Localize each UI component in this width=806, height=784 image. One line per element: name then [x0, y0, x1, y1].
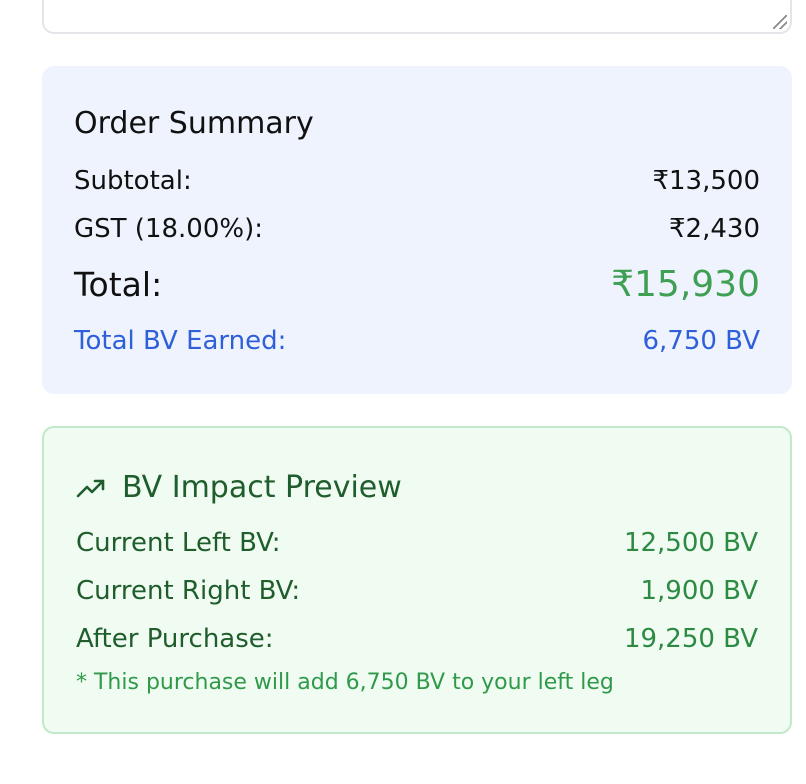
bv-earned-value: 6,750 BV [642, 326, 760, 356]
current-right-label: Current Right BV: [76, 576, 301, 606]
current-left-label: Current Left BV: [76, 528, 281, 558]
total-row: Total: ₹15,930 [74, 264, 760, 305]
bv-impact-note: * This purchase will add 6,750 BV to you… [76, 670, 614, 695]
subtotal-value: ₹13,500 [652, 166, 760, 196]
order-summary-card: Order Summary Subtotal: ₹13,500 GST (18.… [42, 66, 792, 394]
bv-impact-header: BV Impact Preview [76, 470, 402, 505]
current-left-value: 12,500 BV [623, 528, 758, 558]
bv-earned-label: Total BV Earned: [74, 326, 287, 356]
resize-grip-icon[interactable] [773, 15, 787, 29]
bv-earned-row: Total BV Earned: 6,750 BV [74, 326, 760, 356]
gst-value: ₹2,430 [669, 214, 760, 244]
current-left-row: Current Left BV: 12,500 BV [76, 528, 758, 558]
current-right-row: Current Right BV: 1,900 BV [76, 576, 758, 606]
total-label: Total: [74, 265, 163, 304]
notes-textarea[interactable] [42, 0, 792, 34]
after-purchase-value: 19,250 BV [623, 624, 758, 654]
after-purchase-label: After Purchase: [76, 624, 274, 654]
total-value: ₹15,930 [611, 264, 760, 305]
after-purchase-row: After Purchase: 19,250 BV [76, 624, 758, 654]
subtotal-row: Subtotal: ₹13,500 [74, 166, 760, 196]
gst-row: GST (18.00%): ₹2,430 [74, 214, 760, 244]
subtotal-label: Subtotal: [74, 166, 192, 196]
order-summary-title: Order Summary [74, 106, 314, 141]
bv-impact-title: BV Impact Preview [122, 470, 402, 505]
bv-impact-card: BV Impact Preview Current Left BV: 12,50… [42, 426, 792, 734]
gst-label: GST (18.00%): [74, 214, 263, 244]
trending-up-icon [76, 479, 105, 497]
current-right-value: 1,900 BV [640, 576, 758, 606]
